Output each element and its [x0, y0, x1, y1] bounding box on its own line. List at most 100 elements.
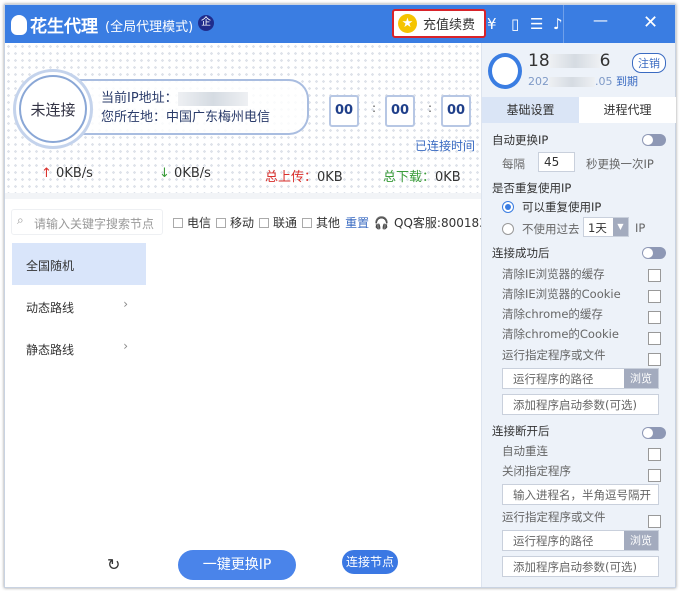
chevron-right-icon: ›	[123, 297, 128, 311]
download-value: 0KB/s	[174, 166, 211, 181]
reuse-label: 是否重复使用IP	[492, 181, 572, 195]
clear-chrome-cache-label: 清除chrome的缓存	[502, 307, 603, 321]
auto-change-label: 自动更换IP	[492, 133, 549, 147]
process-name-input[interactable]: 输入进程名，半角逗号隔开	[502, 484, 659, 505]
checkbox[interactable]	[259, 218, 270, 228]
clear-ie-cookie-checkbox[interactable]	[648, 290, 661, 303]
clear-ie-cache-checkbox[interactable]	[648, 269, 661, 282]
expire-label: 到期	[616, 75, 638, 88]
reuse-no-radio[interactable]: 不使用过去	[502, 221, 580, 237]
app-window: 花生代理 (全局代理模式) 企 ★ 充值续费 ¥ ▯ ☰ ♪ — ✕ 当前IP地址…	[4, 4, 676, 588]
expire-prefix: 202	[528, 75, 549, 88]
isp-filters: 电信 移动 联通 其他 重置 🎧 QQ客服:800183815	[173, 214, 510, 231]
clear-chrome-cookie-checkbox[interactable]	[648, 332, 661, 345]
on-connect-toggle[interactable]	[642, 247, 666, 259]
recharge-label: 充值续费	[423, 18, 476, 33]
refresh-icon[interactable]: ↻	[107, 555, 120, 574]
close-icon[interactable]: ✕	[643, 12, 658, 33]
on-connect-label: 连接成功后	[492, 246, 550, 260]
connect-state: 未连接	[19, 75, 87, 143]
tab-process-proxy[interactable]: 进程代理	[579, 97, 676, 123]
placeholder: 运行程序的路径	[513, 372, 594, 386]
change-ip-button[interactable]: 一键更换IP	[178, 550, 296, 580]
menu-icon[interactable]: ☰	[530, 15, 543, 33]
total-download: 总下载：0KB	[383, 166, 461, 185]
program-args-input[interactable]: 添加程序启动参数(可选)	[502, 556, 659, 577]
run-program-label: 运行指定程序或文件	[502, 348, 606, 362]
clear-ie-cache-label: 清除IE浏览器的缓存	[502, 267, 605, 281]
route-label: 动态路线	[26, 301, 75, 315]
auto-reconnect-checkbox[interactable]	[648, 448, 661, 461]
username-suffix: 6	[599, 51, 611, 71]
ip-value-blurred	[177, 91, 248, 106]
program-path-input[interactable]: 运行程序的路径 浏览	[502, 368, 659, 389]
route-item-dynamic[interactable]: 动态路线 ›	[12, 285, 146, 327]
checkbox[interactable]	[173, 218, 183, 228]
clear-chrome-cache-checkbox[interactable]	[648, 311, 661, 324]
minimize-icon[interactable]: —	[593, 11, 608, 29]
total-download-label: 总下载：	[383, 170, 436, 185]
browse-button[interactable]: 浏览	[624, 531, 658, 550]
route-item-static[interactable]: 静态路线 ›	[12, 327, 146, 369]
radio-selected[interactable]	[502, 201, 514, 213]
interval-suffix: 秒更换一次IP	[586, 157, 654, 171]
reset-link[interactable]: 重置	[345, 214, 369, 231]
expire-suffix: .05	[595, 75, 613, 88]
phone-icon[interactable]: ▯	[511, 15, 519, 33]
username-prefix: 18	[528, 51, 550, 71]
filter-label: 其他	[316, 216, 341, 230]
search-placeholder: 请输入关键字搜索节点	[34, 217, 155, 231]
days-value: 1天	[588, 221, 607, 235]
interval-input[interactable]: 45	[538, 152, 575, 172]
tab-basic-settings[interactable]: 基础设置	[482, 97, 579, 123]
run-program-label: 运行指定程序或文件	[502, 510, 606, 524]
program-args-input[interactable]: 添加程序启动参数(可选)	[502, 394, 659, 415]
settings-panel: 18 6 202.05 到期 注销 基础设置 进程代理 自动更换IP 每隔 45 …	[481, 43, 676, 587]
route-label: 静态路线	[26, 343, 75, 357]
close-program-checkbox[interactable]	[648, 469, 661, 482]
total-upload-label: 总上传：	[265, 170, 318, 185]
route-item-national-random[interactable]: 全国随机	[12, 243, 146, 285]
filter-telecom[interactable]: 电信	[173, 214, 211, 231]
star-icon: ★	[398, 14, 417, 33]
on-disconnect-toggle[interactable]	[642, 427, 666, 439]
program-path-input[interactable]: 运行程序的路径 浏览	[502, 530, 659, 551]
every-label: 每隔	[502, 157, 525, 171]
filter-unicom[interactable]: 联通	[259, 214, 297, 231]
timer-hours: 00	[329, 95, 359, 127]
bell-icon[interactable]: ♪	[553, 15, 563, 33]
download-speed: ↓ 0KB/s	[159, 166, 211, 181]
timer-colon: :	[372, 101, 377, 115]
reuse-yes-radio[interactable]: 可以重复使用IP	[502, 199, 601, 215]
cash-icon[interactable]: ¥	[487, 15, 497, 33]
expire-blurred	[549, 77, 595, 87]
route-label: 全国随机	[26, 259, 75, 273]
connected-time-label: 已连接时间	[415, 139, 476, 153]
connect-status-button[interactable]: 未连接	[13, 69, 93, 149]
checkbox[interactable]	[216, 218, 227, 228]
auto-change-toggle[interactable]	[642, 134, 666, 146]
total-upload-value: 0KB	[317, 170, 343, 185]
username-blurred	[549, 54, 600, 68]
peanut-logo-icon	[11, 14, 27, 35]
run-program-checkbox[interactable]	[648, 353, 661, 366]
days-select[interactable]: 1天 ▼	[583, 217, 629, 237]
filter-other[interactable]: 其他	[302, 214, 340, 231]
filter-mobile[interactable]: 移动	[216, 214, 254, 231]
ip-label: 当前IP地址：	[101, 91, 178, 106]
checkbox[interactable]	[302, 218, 313, 228]
connect-node-button[interactable]: 连接节点	[342, 550, 398, 574]
mode-label: (全局代理模式)	[105, 20, 194, 35]
expire-date: 202 .05 到期	[528, 73, 638, 89]
radio[interactable]	[502, 223, 514, 235]
recharge-button[interactable]: ★ 充值续费	[392, 9, 486, 38]
upload-value: 0KB/s	[56, 166, 93, 181]
logout-button[interactable]: 注销	[632, 53, 666, 73]
node-search-input[interactable]: ⌕ 请输入关键字搜索节点	[11, 209, 163, 235]
browse-button[interactable]: 浏览	[624, 369, 658, 388]
title-bar: 花生代理 (全局代理模式) 企 ★ 充值续费 ¥ ▯ ☰ ♪ — ✕	[5, 5, 675, 43]
location-label: 您所在地：中国广东梅州电信	[101, 110, 271, 125]
timer-minutes: 00	[385, 95, 415, 127]
ip-label: IP	[635, 221, 646, 235]
run-program-checkbox[interactable]	[648, 515, 661, 528]
